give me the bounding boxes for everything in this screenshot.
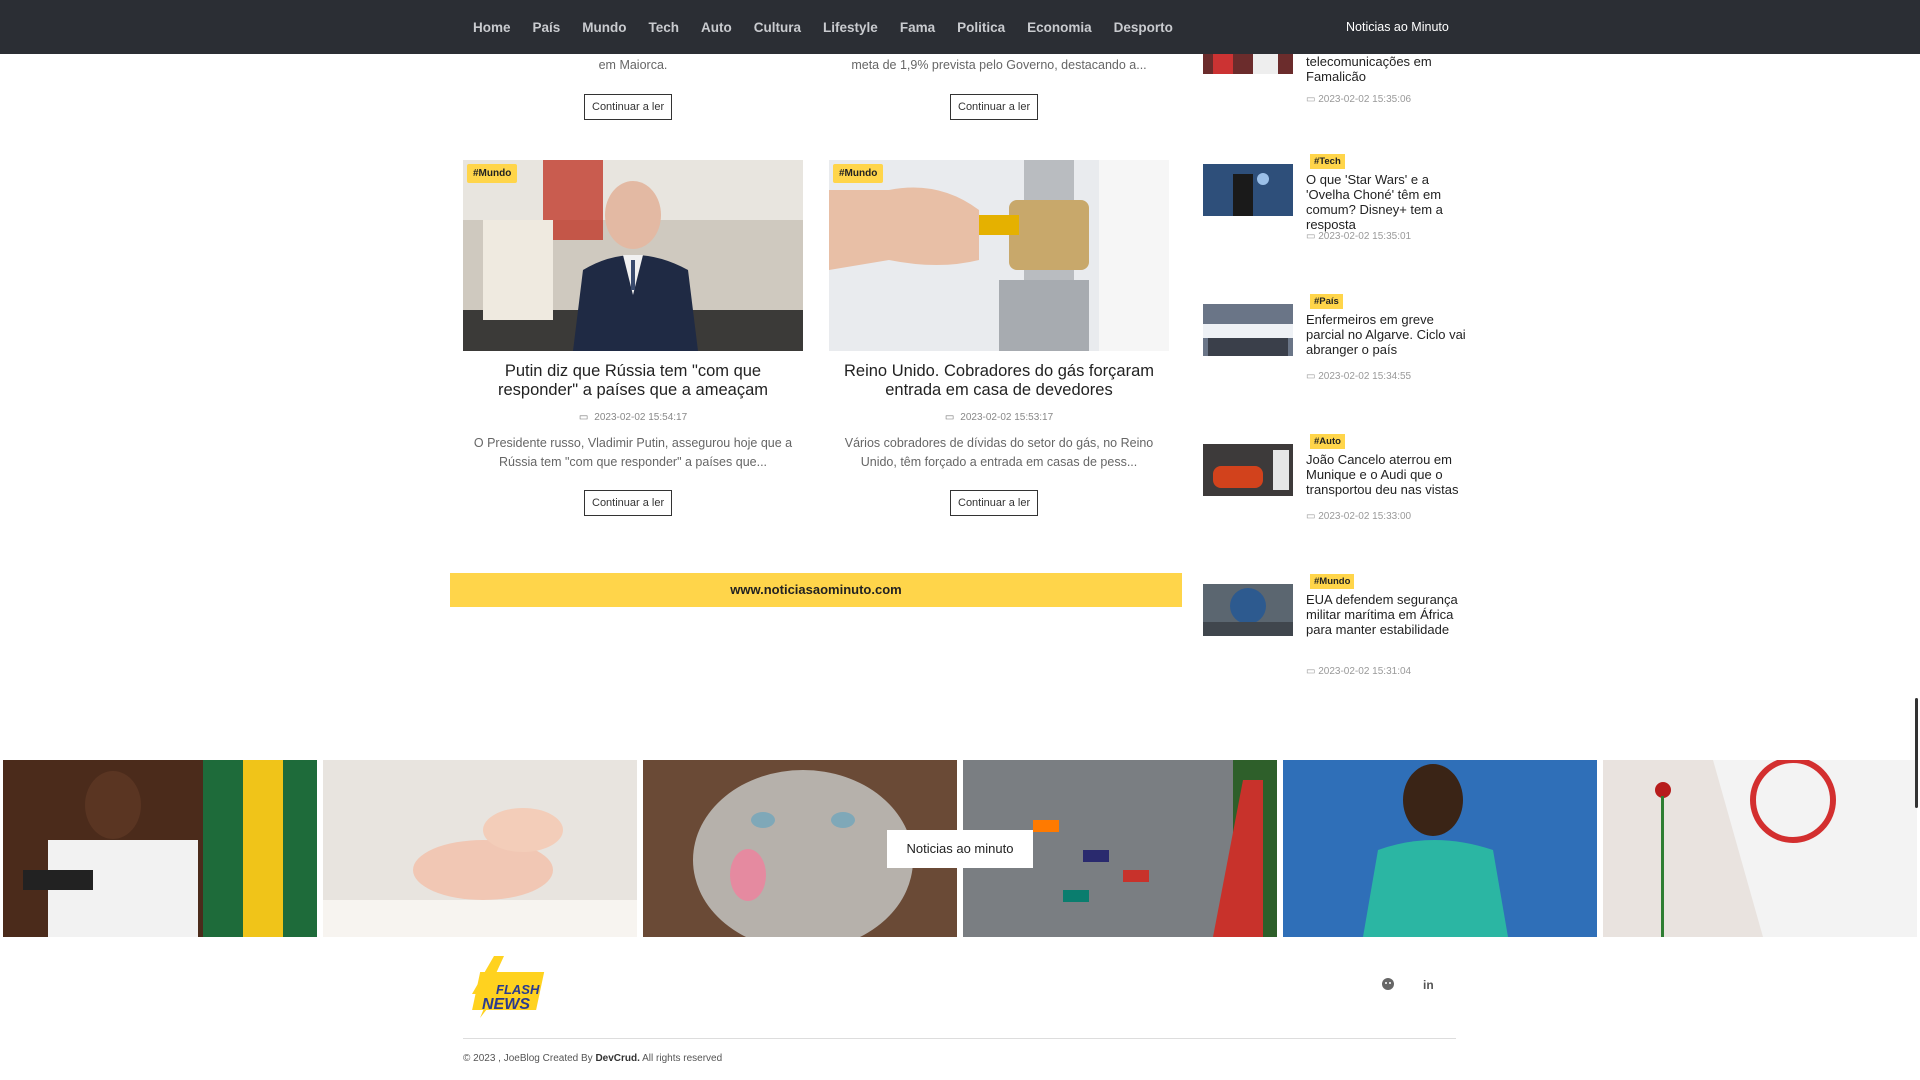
category-tag[interactable]: #Tech bbox=[1310, 154, 1345, 169]
category-tag[interactable]: #Mundo bbox=[833, 164, 884, 183]
article-title[interactable]: Putin diz que Rússia tem "com que respon… bbox=[463, 362, 803, 400]
button-wrap: Continuar a ler bbox=[584, 490, 673, 516]
main-nav: Home País Mundo Tech Auto Cultura Lifest… bbox=[473, 0, 1195, 54]
copyright-suffix: All rights reserved bbox=[639, 1053, 723, 1064]
logo-text-news: NEWS bbox=[482, 996, 530, 1013]
calendar-icon: ▭ bbox=[1306, 231, 1319, 242]
category-tag[interactable]: #Mundo bbox=[1310, 574, 1355, 589]
news-date: ▭ 2023-02-02 15:35:06 bbox=[1306, 94, 1411, 105]
nav-economia[interactable]: Economia bbox=[1027, 20, 1092, 35]
copyright-text: © 2023 , JoeBlog Created By DevCrud. All… bbox=[463, 1053, 722, 1064]
author-link[interactable]: DevCrud. bbox=[595, 1053, 639, 1064]
news-date: ▭ 2023-02-02 15:34:55 bbox=[1306, 371, 1411, 382]
copyright-prefix: © 2023 , JoeBlog Created By bbox=[463, 1053, 596, 1064]
news-title[interactable]: João Cancelo aterrou em Munique e o Audi… bbox=[1306, 452, 1466, 497]
top-card-left-button-wrap: Continuar a ler bbox=[584, 94, 673, 120]
calendar-icon: ▭ bbox=[1306, 94, 1319, 105]
nav-auto[interactable]: Auto bbox=[701, 20, 732, 35]
nav-desporto[interactable]: Desporto bbox=[1114, 20, 1173, 35]
nav-tech[interactable]: Tech bbox=[649, 20, 680, 35]
continue-reading-button[interactable]: Continuar a ler bbox=[950, 94, 1039, 120]
gallery-image-speaker[interactable] bbox=[3, 760, 317, 937]
news-thumbnail[interactable] bbox=[1203, 304, 1293, 356]
top-card-excerpt-right: meta de 1,9% prevista pelo Governo, dest… bbox=[851, 58, 1147, 72]
gallery-image-party-flag[interactable] bbox=[1603, 760, 1917, 937]
article-excerpt: Vários cobradores de dívidas do setor do… bbox=[844, 436, 1154, 469]
site-url-banner[interactable]: www.noticiasaominuto.com bbox=[450, 573, 1182, 607]
article-date-text: 2023-02-02 15:54:17 bbox=[594, 412, 688, 423]
nav-pais[interactable]: País bbox=[533, 20, 561, 35]
news-title[interactable]: telecomunicações em Famalicão bbox=[1306, 54, 1466, 84]
gallery-image-football-player[interactable] bbox=[1283, 760, 1597, 937]
calendar-icon: ▭ bbox=[1306, 666, 1319, 677]
news-thumbnail[interactable] bbox=[1203, 444, 1293, 496]
gas-valve-photo[interactable]: #Mundo bbox=[829, 160, 1169, 351]
article-title[interactable]: Reino Unido. Cobradores do gás forçaram … bbox=[829, 362, 1169, 400]
calendar-icon: ▭ bbox=[944, 412, 955, 423]
news-date-text: 2023-02-02 15:35:06 bbox=[1318, 94, 1412, 105]
top-card-excerpt-left: em Maiorca. bbox=[598, 58, 668, 72]
news-date: ▭ 2023-02-02 15:33:00 bbox=[1306, 511, 1411, 522]
news-date-text: 2023-02-02 15:35:01 bbox=[1318, 231, 1412, 242]
top-card-right-button-wrap: Continuar a ler bbox=[950, 94, 1039, 120]
calendar-icon: ▭ bbox=[578, 412, 589, 423]
article-excerpt: O Presidente russo, Vladimir Putin, asse… bbox=[473, 436, 793, 469]
nav-home[interactable]: Home bbox=[473, 20, 511, 35]
article-card-putin: #Mundo Putin diz que Rússia tem "com que… bbox=[463, 160, 803, 520]
github-icon[interactable] bbox=[1381, 977, 1395, 994]
news-thumbnail[interactable] bbox=[1203, 164, 1293, 216]
category-tag[interactable]: #País bbox=[1310, 294, 1343, 309]
logo-text-flash: FLASH bbox=[496, 982, 540, 997]
article-date: ▭ 2023-02-02 15:54:17 bbox=[463, 412, 803, 423]
gallery-label[interactable]: Noticias ao minuto bbox=[887, 830, 1033, 868]
article-date-text: 2023-02-02 15:53:17 bbox=[960, 412, 1054, 423]
article-card-gas: #Mundo Reino Unido. Cobradores do gás fo… bbox=[829, 160, 1169, 520]
nav-lifestyle[interactable]: Lifestyle bbox=[823, 20, 878, 35]
news-title[interactable]: EUA defendem segurança militar marítima … bbox=[1306, 592, 1466, 637]
category-tag[interactable]: #Auto bbox=[1310, 434, 1345, 449]
nav-fama[interactable]: Fama bbox=[900, 20, 935, 35]
linkedin-icon[interactable]: in bbox=[1423, 977, 1434, 992]
nav-cultura[interactable]: Cultura bbox=[754, 20, 801, 35]
news-date: ▭ 2023-02-02 15:31:04 bbox=[1306, 666, 1411, 677]
news-date-text: 2023-02-02 15:31:04 bbox=[1318, 666, 1412, 677]
news-title[interactable]: O que 'Star Wars' e a 'Ovelha Choné' têm… bbox=[1306, 172, 1466, 232]
news-date-text: 2023-02-02 15:34:55 bbox=[1318, 371, 1412, 382]
putin-photo[interactable]: #Mundo bbox=[463, 160, 803, 351]
article-date: ▭ 2023-02-02 15:53:17 bbox=[829, 412, 1169, 423]
top-navbar: Home País Mundo Tech Auto Cultura Lifest… bbox=[0, 0, 1920, 54]
news-thumbnail[interactable] bbox=[1203, 584, 1293, 636]
site-brand[interactable]: Noticias ao Minuto bbox=[1346, 20, 1449, 34]
category-tag[interactable]: #Mundo bbox=[467, 164, 518, 183]
nav-mundo[interactable]: Mundo bbox=[582, 20, 626, 35]
footer-divider bbox=[463, 1038, 1456, 1039]
button-wrap: Continuar a ler bbox=[950, 490, 1039, 516]
nav-politica[interactable]: Politica bbox=[957, 20, 1005, 35]
news-date: ▭ 2023-02-02 15:35:01 bbox=[1306, 231, 1411, 242]
continue-reading-button[interactable]: Continuar a ler bbox=[950, 490, 1039, 516]
continue-reading-button[interactable]: Continuar a ler bbox=[584, 94, 673, 120]
calendar-icon: ▭ bbox=[1306, 511, 1319, 522]
news-title[interactable]: Enfermeiros em greve parcial no Algarve.… bbox=[1306, 312, 1466, 357]
news-date-text: 2023-02-02 15:33:00 bbox=[1318, 511, 1412, 522]
calendar-icon: ▭ bbox=[1306, 371, 1319, 382]
gallery-image-baby[interactable] bbox=[323, 760, 637, 937]
continue-reading-button[interactable]: Continuar a ler bbox=[584, 490, 673, 516]
flash-news-logo[interactable]: FLASH NEWS bbox=[464, 954, 550, 1020]
page-scrollbar[interactable] bbox=[1915, 698, 1918, 808]
